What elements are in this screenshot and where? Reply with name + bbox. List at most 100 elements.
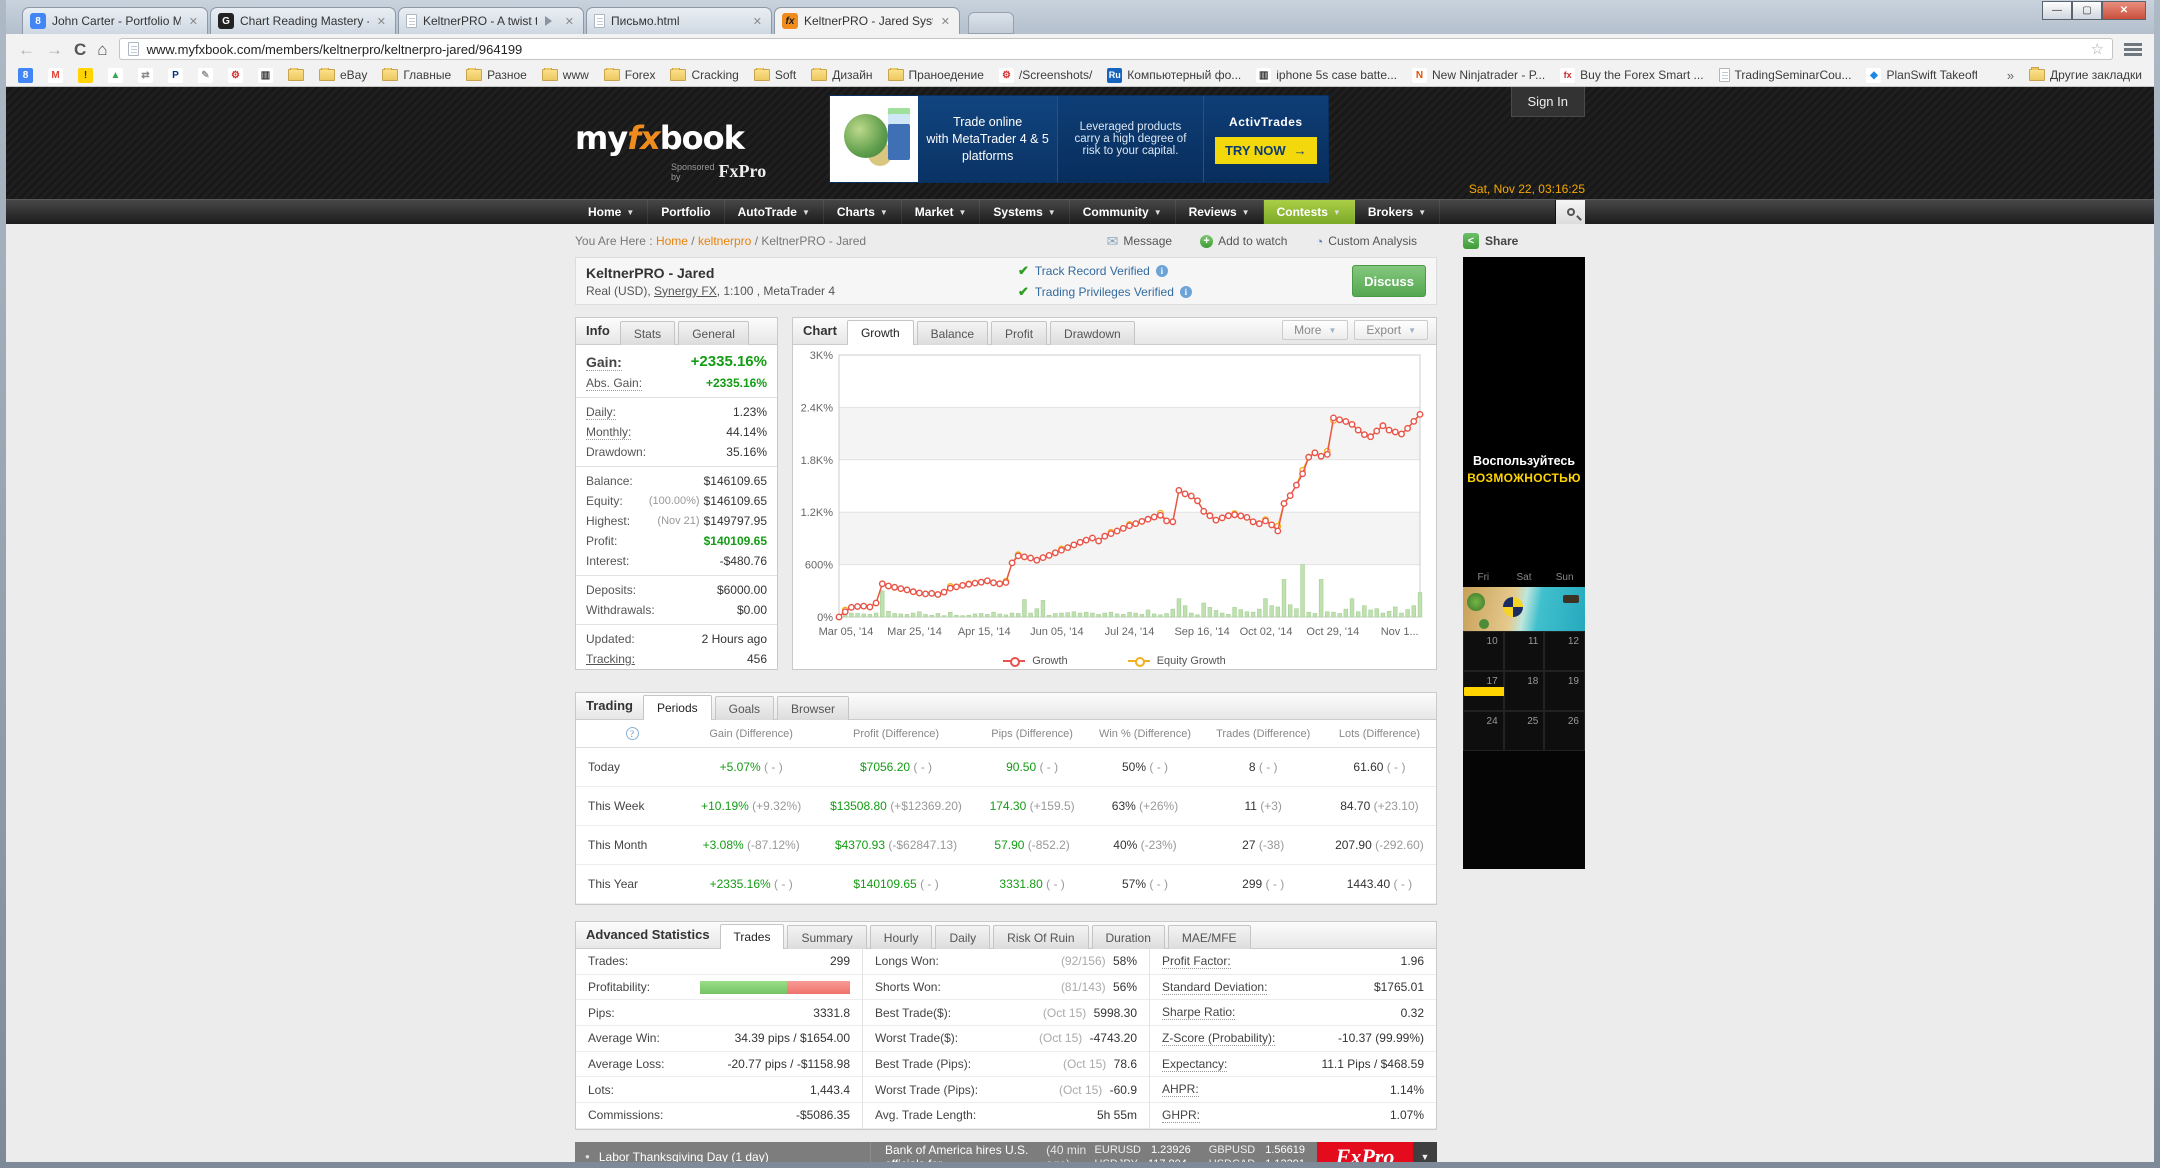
bookmark-item[interactable]: ◆PlanSwift Takeoff So... [1866, 68, 1976, 83]
bookmark-item[interactable]: ▥ [258, 68, 273, 83]
maximize-button[interactable]: ▢ [2072, 1, 2102, 20]
tab-close-icon[interactable]: ✕ [375, 15, 388, 28]
try-now-button[interactable]: TRY NOW→ [1215, 137, 1317, 164]
action-message[interactable]: ✉Message [1107, 233, 1172, 250]
nav-item-community[interactable]: Community▼ [1070, 200, 1176, 224]
menu-icon[interactable] [2124, 43, 2142, 56]
nav-item-contests[interactable]: Contests▼ [1264, 200, 1355, 224]
sign-in-button[interactable]: Sign In [1511, 87, 1585, 117]
stat-label[interactable]: GHPR: [1162, 1108, 1200, 1123]
header-ad-banner[interactable]: Trade online with MetaTrader 4 & 5 platf… [829, 95, 1329, 183]
fxpro-logo[interactable]: FxPro [1317, 1142, 1413, 1162]
help-icon[interactable]: ? [626, 727, 639, 740]
bookmark-item[interactable]: Soft [754, 68, 796, 82]
share-button[interactable]: < Share [1463, 233, 1585, 249]
browser-tab[interactable]: GChart Reading Mastery - T✕ [210, 7, 396, 34]
bookmark-item[interactable]: Forex [604, 68, 656, 82]
stat-label[interactable]: Standard Deviation: [1162, 980, 1267, 995]
stat-label[interactable]: AHPR: [1162, 1082, 1199, 1097]
legend-item[interactable]: Growth [1003, 655, 1067, 667]
bookmark-item[interactable]: M [48, 68, 63, 83]
tab-stats[interactable]: Stats [620, 321, 675, 345]
info-label[interactable]: Monthly: [586, 425, 631, 439]
info-label[interactable]: Abs. Gain: [586, 376, 642, 390]
forward-button[interactable]: → [46, 41, 63, 58]
nav-item-portfolio[interactable]: Portfolio [648, 200, 724, 224]
info-label[interactable]: Daily: [586, 405, 616, 419]
info-icon[interactable]: i [1156, 265, 1168, 277]
bookmark-item[interactable]: Дизайн [811, 68, 872, 82]
bookmark-item[interactable]: ! [78, 68, 93, 83]
stat-label[interactable]: Z-Score (Probability): [1162, 1031, 1275, 1046]
other-bookmarks-folder[interactable]: Другие закладки [2029, 68, 2142, 82]
browser-tab[interactable]: 8John Carter - Portfolio Ma✕ [22, 7, 208, 34]
bookmark-item[interactable]: TradingSeminarCou... [1719, 68, 1852, 82]
nav-item-market[interactable]: Market▼ [902, 200, 981, 224]
home-button[interactable]: ⌂ [97, 41, 107, 58]
nav-item-brokers[interactable]: Brokers▼ [1355, 200, 1440, 224]
bookmark-item[interactable]: ⚙/Screenshots/ [999, 68, 1092, 83]
action-custom-analysis[interactable]: ◔Custom Analysis [1315, 234, 1417, 249]
tab-mae-mfe[interactable]: MAE/MFE [1168, 925, 1251, 949]
bookmark-item[interactable]: www [542, 68, 589, 82]
tab-duration[interactable]: Duration [1092, 925, 1165, 949]
tab-summary[interactable]: Summary [787, 925, 866, 949]
nav-item-charts[interactable]: Charts▼ [824, 200, 902, 224]
discuss-button[interactable]: Discuss [1352, 265, 1426, 297]
bookmark-item[interactable]: NNew Ninjatrader - P... [1412, 68, 1545, 83]
info-label[interactable]: Tracking: [586, 652, 635, 666]
bookmark-star-icon[interactable]: ☆ [2091, 40, 2104, 58]
bookmark-item[interactable]: eBay [319, 68, 367, 82]
export-button[interactable]: Export▼ [1354, 320, 1428, 340]
info-label[interactable]: Gain: [586, 354, 622, 370]
nav-item-autotrade[interactable]: AutoTrade▼ [725, 200, 824, 224]
tab-drawdown[interactable]: Drawdown [1050, 321, 1135, 345]
tab-balance[interactable]: Balance [917, 321, 988, 345]
tab-periods[interactable]: Periods [643, 695, 712, 720]
side-ad-banner[interactable]: Воспользуйтесь возможностью FriSatSun [1463, 257, 1585, 869]
bookmark-item[interactable]: P [168, 68, 183, 83]
growth-chart[interactable]: 0%600%1.2K%1.8K%2.4K%3K%Mar 05, '14Mar 2… [793, 345, 1436, 643]
more-button[interactable]: More▼ [1282, 320, 1348, 340]
reload-button[interactable]: C [74, 41, 86, 58]
stat-label[interactable]: Expectancy: [1162, 1057, 1227, 1072]
breadcrumb-item[interactable]: keltnerpro [698, 234, 751, 248]
news-ticker[interactable]: Bank of America hires U.S. officials for… [871, 1143, 1095, 1162]
bookmark-item[interactable]: ✎ [198, 68, 213, 83]
action-add-to-watch[interactable]: +Add to watch [1200, 234, 1287, 248]
bookmark-item[interactable]: Разное [466, 68, 527, 82]
tab-profit[interactable]: Profit [991, 321, 1047, 345]
breadcrumb-item[interactable]: Home [656, 234, 688, 248]
nav-item-reviews[interactable]: Reviews▼ [1176, 200, 1264, 224]
tab-daily[interactable]: Daily [935, 925, 990, 949]
bookmark-item[interactable]: 8 [18, 68, 33, 83]
tab-close-icon[interactable]: ✕ [563, 15, 576, 28]
tab-close-icon[interactable]: ✕ [939, 15, 952, 28]
nav-item-home[interactable]: Home▼ [575, 200, 648, 224]
minimize-button[interactable]: — [2042, 1, 2072, 20]
tab-trades[interactable]: Trades [720, 924, 785, 949]
bookmark-item[interactable]: ⚙ [228, 68, 243, 83]
nav-search-button[interactable] [1555, 200, 1585, 224]
new-tab-button[interactable] [968, 12, 1014, 34]
stat-label[interactable]: Sharpe Ratio: [1162, 1005, 1235, 1020]
broker-link[interactable]: Synergy FX [654, 284, 717, 298]
info-icon[interactable]: i [1180, 286, 1192, 298]
bookmark-item[interactable]: fxBuy the Forex Smart ... [1560, 68, 1703, 83]
browser-tab[interactable]: Письмо.html✕ [586, 7, 772, 34]
tab-goals[interactable]: Goals [715, 696, 774, 720]
bookmarks-overflow-button[interactable]: » [2007, 68, 2014, 83]
legend-item[interactable]: Equity Growth [1128, 655, 1226, 667]
tab-growth[interactable]: Growth [847, 320, 914, 345]
bookmark-item[interactable] [288, 69, 304, 81]
bookmark-item[interactable]: Cracking [670, 68, 738, 82]
close-button[interactable]: ✕ [2102, 1, 2146, 20]
bookmark-item[interactable]: Праноедение [888, 68, 984, 82]
bookmark-item[interactable]: Главные [382, 68, 451, 82]
tab-hourly[interactable]: Hourly [870, 925, 933, 949]
tab-general[interactable]: General [678, 321, 749, 345]
stat-label[interactable]: Profit Factor: [1162, 954, 1231, 969]
bookmark-item[interactable]: ▲ [108, 68, 123, 83]
browser-tab[interactable]: KeltnerPRO - A twist to✕ [398, 7, 584, 34]
browser-tab[interactable]: fxKeltnerPRO - Jared System✕ [774, 7, 960, 34]
